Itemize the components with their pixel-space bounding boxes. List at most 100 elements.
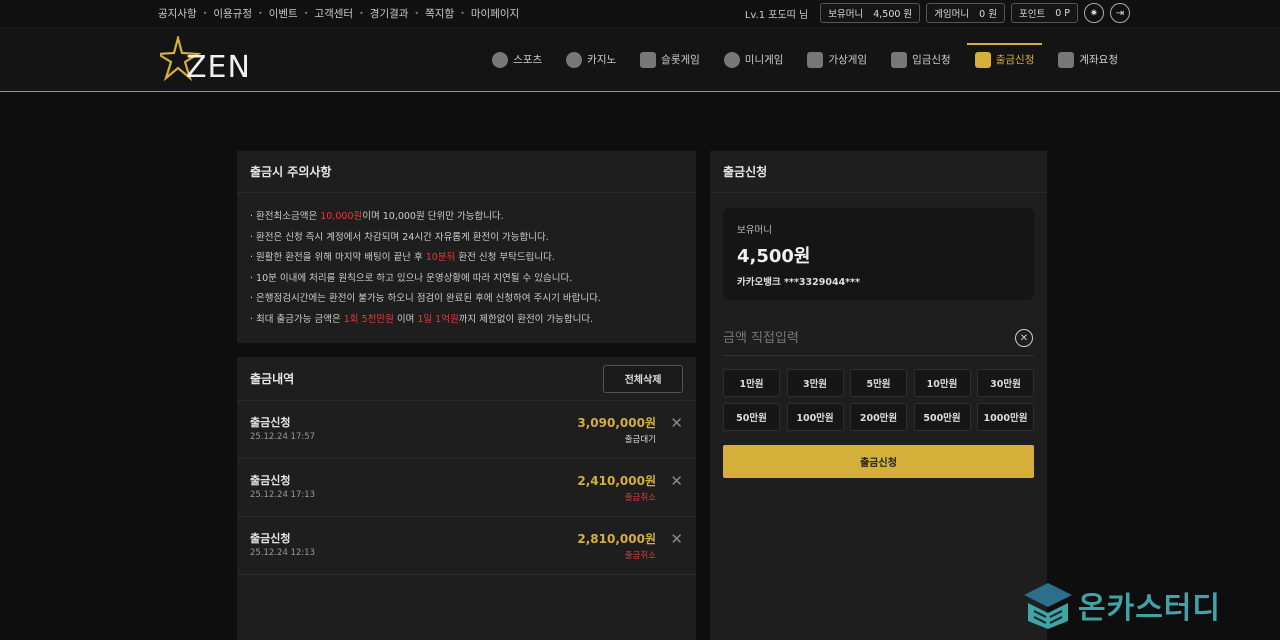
nav-account-request[interactable]: 계좌요청: [1046, 28, 1130, 91]
notice-list: · 환전최소금액은 10,000원이며 10,000원 단위만 가능합니다. ·…: [237, 193, 696, 344]
top-link-support[interactable]: 고객센터: [314, 6, 353, 21]
top-link-mypage[interactable]: 마이페이지: [471, 6, 519, 21]
book-logo-icon: [1024, 583, 1072, 629]
nav-virtual-game[interactable]: 가상게임: [795, 28, 879, 91]
level-text: Lv.1: [744, 9, 766, 21]
nav-deposit[interactable]: 입금신청: [879, 28, 963, 91]
game-money-pill[interactable]: 게임머니 0 원: [926, 3, 1005, 23]
notice-title: 출금시 주의사항: [237, 151, 696, 193]
nav-withdraw[interactable]: 출금신청: [963, 28, 1047, 91]
top-link-messages[interactable]: 쪽지함: [425, 6, 454, 21]
amount-button-grid: 1만원 3만원 5만원 10만원 30만원 50만원 100만원 200만원 5…: [723, 369, 1034, 431]
amount-button-5[interactable]: 5만원: [850, 369, 907, 397]
nav-sports[interactable]: 스포츠: [480, 28, 554, 91]
submit-withdraw-button[interactable]: 출금신청: [723, 445, 1034, 478]
history-row-title: 출금신청: [250, 416, 291, 429]
history-row: 출금신청 25.12.24 17:13 2,410,000원 출금취소 ✕: [237, 459, 696, 517]
notice-item: · 최대 출금가능 금액은 1회 5천만원 이며 1일 1억원까지 제한없이 환…: [250, 313, 594, 325]
bank-account: 카카오뱅크 ***3329044***: [737, 277, 861, 288]
nav-label: 스포츠: [513, 54, 543, 66]
chip-icon: [566, 51, 583, 68]
nav-label: 카지노: [587, 54, 617, 66]
history-row-status: 출금취소: [624, 551, 656, 561]
history-row-amount: 3,090,000원: [577, 416, 656, 430]
top-link-notice[interactable]: 공지사항: [158, 6, 197, 21]
delete-row-close-icon[interactable]: ✕: [670, 472, 683, 490]
history-title: 출금내역: [250, 372, 295, 386]
watermark-text: 온카스터디: [1078, 591, 1221, 626]
withdraw-notice-panel: 출금시 주의사항 · 환전최소금액은 10,000원이며 10,000원 단위만…: [237, 151, 696, 343]
clear-amount-icon[interactable]: ✕: [1015, 329, 1033, 347]
nav-label: 입금신청: [912, 54, 951, 66]
history-row-status: 출금대기: [624, 435, 656, 445]
history-row-amount: 2,810,000원: [577, 532, 656, 546]
money-pill[interactable]: 보유머니 4,500 원: [820, 3, 921, 23]
amount-button-200[interactable]: 200만원: [850, 403, 907, 431]
amount-button-100[interactable]: 100만원: [786, 403, 844, 431]
separator-dot: •: [202, 9, 208, 18]
amount-button-10[interactable]: 10만원: [913, 369, 971, 397]
history-row-title: 출금신청: [250, 532, 291, 545]
money-value: 4,500 원: [873, 9, 913, 20]
amount-button-50[interactable]: 50만원: [723, 403, 780, 431]
history-row: 출금신청 25.12.24 17:57 3,090,000원 출금대기 ✕: [237, 401, 696, 459]
deposit-icon: [891, 51, 908, 68]
nav-slot[interactable]: 슬롯게임: [628, 28, 712, 91]
notice-item: · 환전은 신청 즉시 계정에서 차감되며 24시간 자유롭게 환전이 가능합니…: [250, 231, 549, 243]
separator-dot: •: [258, 9, 263, 18]
money-label: 보유머니: [828, 9, 864, 20]
amount-button-30[interactable]: 30만원: [977, 369, 1034, 397]
logo-text: ZEN: [186, 50, 251, 84]
point-value: 0 P: [1055, 7, 1070, 19]
history-row-date: 25.12.24 12:13: [250, 548, 316, 558]
history-row-date: 25.12.24 17:57: [250, 432, 316, 442]
history-header: 출금내역 전체삭제: [237, 357, 696, 401]
top-link-rules[interactable]: 이용규정: [213, 6, 252, 21]
top-links: 공지사항 • 이용규정 • 이벤트 • 고객센터 • 경기결과 • 쪽지함 • 마이페이지: [158, 6, 519, 21]
separator-dot: •: [303, 9, 309, 18]
delete-all-button[interactable]: 전체삭제: [603, 364, 683, 393]
nav-label: 슬롯게임: [661, 54, 700, 66]
amount-button-1000[interactable]: 1000만원: [977, 403, 1034, 431]
user-level: Lv.1 포도띠 님: [745, 6, 808, 21]
point-pill[interactable]: 포인트 0 P: [1010, 3, 1078, 23]
user-name: 포도띠 님: [768, 9, 809, 21]
point-label: 포인트: [1018, 9, 1046, 20]
history-row: 출금신청 25.12.24 12:13 2,810,000원 출금취소 ✕: [237, 517, 696, 575]
watermark: 온카스터디: [1022, 578, 1274, 632]
nav-label: 출금신청: [995, 54, 1035, 66]
separator-dot: •: [359, 9, 364, 18]
nav-menu: 스포츠 카지노 슬롯게임 미니게임 가상게임 입금신청 출금신청 계좌요청: [480, 28, 1130, 91]
notice-item: · 환전최소금액은 10,000원이며 10,000원 단위만 가능합니다.: [250, 211, 504, 222]
theme-toggle-icon[interactable]: ✷: [1084, 3, 1104, 23]
balance-card: 보유머니 4,500원 카카오뱅크 ***3329044***: [723, 208, 1034, 300]
amount-input[interactable]: [723, 321, 993, 355]
request-title: 출금신청: [710, 151, 1047, 193]
delete-row-close-icon[interactable]: ✕: [670, 530, 683, 548]
withdraw-request-panel: 출금신청 보유머니 4,500원 카카오뱅크 ***3329044*** ✕ 1…: [710, 151, 1047, 640]
top-link-results[interactable]: 경기결과: [370, 6, 409, 21]
zen-logo[interactable]: ZEN: [160, 36, 272, 84]
virtual-game-icon: [807, 51, 824, 68]
amount-button-500[interactable]: 500만원: [913, 403, 971, 431]
withdraw-history-panel: 출금내역 전체삭제 출금신청 25.12.24 17:57 3,090,000원…: [237, 357, 696, 640]
logout-icon[interactable]: ⇥: [1110, 3, 1130, 23]
nav-casino[interactable]: 카지노: [554, 28, 628, 91]
user-summary: Lv.1 포도띠 님 보유머니 4,500 원 게임머니 0 원 포인트 0 P ✷ …: [745, 3, 1130, 23]
separator-dot: •: [414, 9, 420, 18]
amount-button-3[interactable]: 3만원: [786, 369, 844, 397]
nav-label: 가상게임: [828, 54, 868, 66]
history-row-status: 출금취소: [624, 493, 656, 503]
slot-icon: [640, 51, 657, 68]
top-link-event[interactable]: 이벤트: [269, 6, 298, 21]
amount-field: ✕: [723, 321, 1034, 356]
notice-item: · 은행점검시간에는 환전이 불가능 하오니 점검이 완료된 후에 신청하여 주…: [250, 293, 601, 304]
nav-mini-game[interactable]: 미니게임: [712, 28, 796, 91]
mini-game-icon: [723, 51, 740, 68]
amount-button-1[interactable]: 1만원: [723, 369, 780, 397]
withdraw-icon: [974, 51, 991, 68]
history-row-amount: 2,410,000원: [577, 474, 656, 488]
history-row-title: 출금신청: [250, 474, 291, 487]
delete-row-close-icon[interactable]: ✕: [670, 414, 683, 432]
game-money-label: 게임머니: [934, 9, 970, 20]
